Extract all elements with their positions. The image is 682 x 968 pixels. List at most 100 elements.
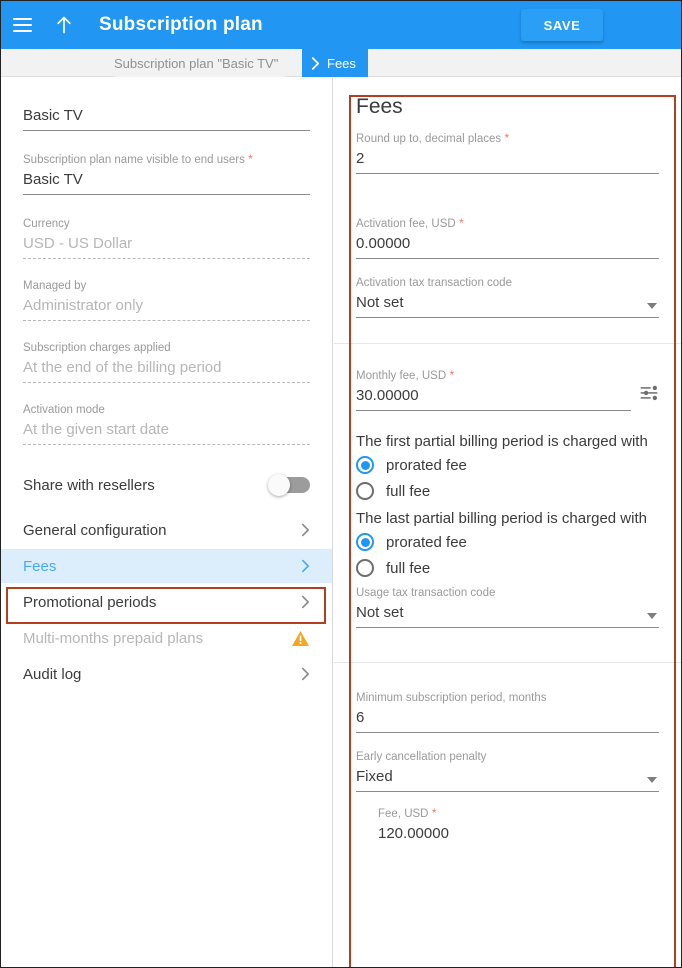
field-underline	[23, 382, 310, 383]
app-bar: Subscription plan SAVE	[1, 1, 681, 49]
field-currency-label: Currency	[23, 218, 70, 230]
field-currency: Currency USD - US Dollar	[23, 217, 310, 259]
field-underline	[23, 444, 310, 445]
tune-sliders-icon[interactable]	[639, 383, 659, 403]
share-with-resellers-row[interactable]: Share with resellers	[23, 463, 310, 507]
first-partial-option-prorated[interactable]: prorated fee	[356, 452, 659, 478]
sidebar-item-audit-log[interactable]: Audit log	[23, 657, 310, 691]
radio-button[interactable]	[356, 456, 374, 474]
chevron-right-icon	[311, 56, 320, 70]
breadcrumb-item-fees[interactable]: Fees	[302, 49, 368, 77]
radio-label: prorated fee	[386, 456, 467, 474]
sidebar-item-label: Multi-months prepaid plans	[23, 629, 204, 647]
app-window: Subscription plan SAVE Subscription plan…	[0, 0, 682, 968]
radio-button[interactable]	[356, 482, 374, 500]
breadcrumb: Subscription plan "Basic TV" Fees	[1, 49, 681, 77]
navigate-up-button[interactable]	[43, 1, 85, 49]
field-underline	[356, 317, 659, 318]
chevron-down-icon[interactable]	[647, 303, 657, 309]
last-partial-period-group: The last partial billing period is charg…	[356, 508, 659, 581]
field-penalty-fee[interactable]: Fee, USD * 120.00000	[378, 806, 659, 845]
chevron-right-icon	[301, 667, 310, 681]
sidebar-item-fees[interactable]: Fees	[1, 549, 332, 583]
sidebar-item-label: Promotional periods	[23, 593, 157, 611]
radio-button[interactable]	[356, 559, 374, 577]
required-marker: *	[501, 131, 510, 145]
radio-button[interactable]	[356, 533, 374, 551]
field-underline	[356, 173, 659, 174]
field-usage-tax-code-value: Not set	[356, 604, 404, 621]
field-activation-mode-label: Activation mode	[23, 404, 105, 416]
first-partial-period-caption: The first partial billing period is char…	[356, 433, 648, 450]
radio-label: prorated fee	[386, 533, 467, 551]
field-activation-tax-code-label: Activation tax transaction code	[356, 277, 512, 289]
field-managed-by: Managed by Administrator only	[23, 279, 310, 321]
field-early-cancellation-penalty[interactable]: Early cancellation penalty Fixed	[356, 750, 659, 792]
field-activation-mode-value: At the given start date	[23, 421, 169, 438]
hamburger-menu-icon	[12, 18, 32, 32]
field-visible-name-label: Subscription plan name visible to end us…	[23, 152, 253, 166]
field-underline	[356, 791, 659, 792]
field-activation-fee-label: Activation fee, USD *	[356, 216, 464, 230]
field-underline	[356, 258, 659, 259]
field-activation-mode: Activation mode At the given start date	[23, 403, 310, 445]
last-partial-option-prorated[interactable]: prorated fee	[356, 529, 659, 555]
sidebar-item-multi-months-prepaid-plans[interactable]: Multi-months prepaid plans	[23, 621, 310, 655]
section-separator	[334, 662, 681, 663]
sidebar-item-label: Audit log	[23, 665, 82, 683]
left-panel: Basic TV Subscription plan name visible …	[1, 78, 333, 967]
field-round-up-to[interactable]: Round up to, decimal places * 2	[356, 131, 659, 174]
field-charges-applied-value: At the end of the billing period	[23, 359, 222, 376]
field-round-up-to-label: Round up to, decimal places *	[356, 131, 510, 145]
field-penalty-fee-label: Fee, USD *	[378, 806, 437, 820]
field-plan-name[interactable]: Basic TV	[23, 104, 310, 131]
field-underline	[23, 130, 310, 131]
chevron-right-icon	[301, 523, 310, 537]
field-activation-tax-code[interactable]: Activation tax transaction code Not set	[356, 276, 659, 318]
field-usage-tax-code[interactable]: Usage tax transaction code Not set	[356, 586, 659, 628]
required-marker: *	[244, 152, 253, 166]
chevron-down-icon[interactable]	[647, 613, 657, 619]
sidebar-item-label: Fees	[23, 557, 57, 575]
field-underline	[356, 627, 659, 628]
breadcrumb-current-label: Fees	[327, 55, 356, 71]
last-partial-period-caption: The last partial billing period is charg…	[356, 510, 647, 527]
arrow-up-icon	[57, 16, 71, 34]
field-visible-name-value: Basic TV	[23, 171, 83, 188]
field-penalty-fee-value: 120.00000	[378, 825, 449, 842]
sidebar-item-label: General configuration	[23, 521, 167, 539]
field-usage-tax-code-label: Usage tax transaction code	[356, 587, 496, 599]
sidebar-item-general-configuration[interactable]: General configuration	[23, 513, 310, 547]
required-marker: *	[428, 806, 437, 820]
last-partial-option-full[interactable]: full fee	[356, 555, 659, 581]
warning-triangle-icon	[292, 630, 309, 646]
field-monthly-fee-label: Monthly fee, USD *	[356, 368, 455, 382]
field-underline	[356, 410, 631, 411]
first-partial-option-full[interactable]: full fee	[356, 478, 659, 504]
field-monthly-fee[interactable]: Monthly fee, USD * 30.00000	[356, 368, 658, 411]
field-underline	[23, 320, 310, 321]
field-activation-tax-code-value: Not set	[356, 294, 404, 311]
field-minimum-subscription-period[interactable]: Minimum subscription period, months 6	[356, 691, 659, 733]
chevron-down-icon[interactable]	[647, 777, 657, 783]
share-with-resellers-toggle[interactable]	[268, 474, 310, 496]
field-visible-name[interactable]: Subscription plan name visible to end us…	[23, 152, 310, 195]
field-currency-value: USD - US Dollar	[23, 235, 133, 252]
field-plan-name-value: Basic TV	[23, 107, 83, 124]
page-title: Subscription plan	[99, 14, 263, 35]
field-minimum-subscription-period-value: 6	[356, 709, 365, 726]
first-partial-period-group: The first partial billing period is char…	[356, 431, 659, 504]
sidebar-item-promotional-periods[interactable]: Promotional periods	[23, 585, 310, 619]
field-early-cancellation-penalty-label: Early cancellation penalty	[356, 751, 487, 763]
chevron-right-icon	[301, 595, 310, 609]
field-underline	[23, 258, 310, 259]
save-button[interactable]: SAVE	[521, 9, 603, 41]
field-monthly-fee-value: 30.00000	[356, 387, 419, 404]
hamburger-menu-button[interactable]	[1, 1, 43, 49]
field-early-cancellation-penalty-value: Fixed	[356, 768, 393, 785]
field-charges-applied-label: Subscription charges applied	[23, 342, 171, 354]
breadcrumb-item-plan[interactable]: Subscription plan "Basic TV"	[114, 49, 287, 77]
field-activation-fee[interactable]: Activation fee, USD * 0.00000	[356, 216, 659, 259]
required-marker: *	[455, 216, 464, 230]
field-managed-by-value: Administrator only	[23, 297, 144, 314]
